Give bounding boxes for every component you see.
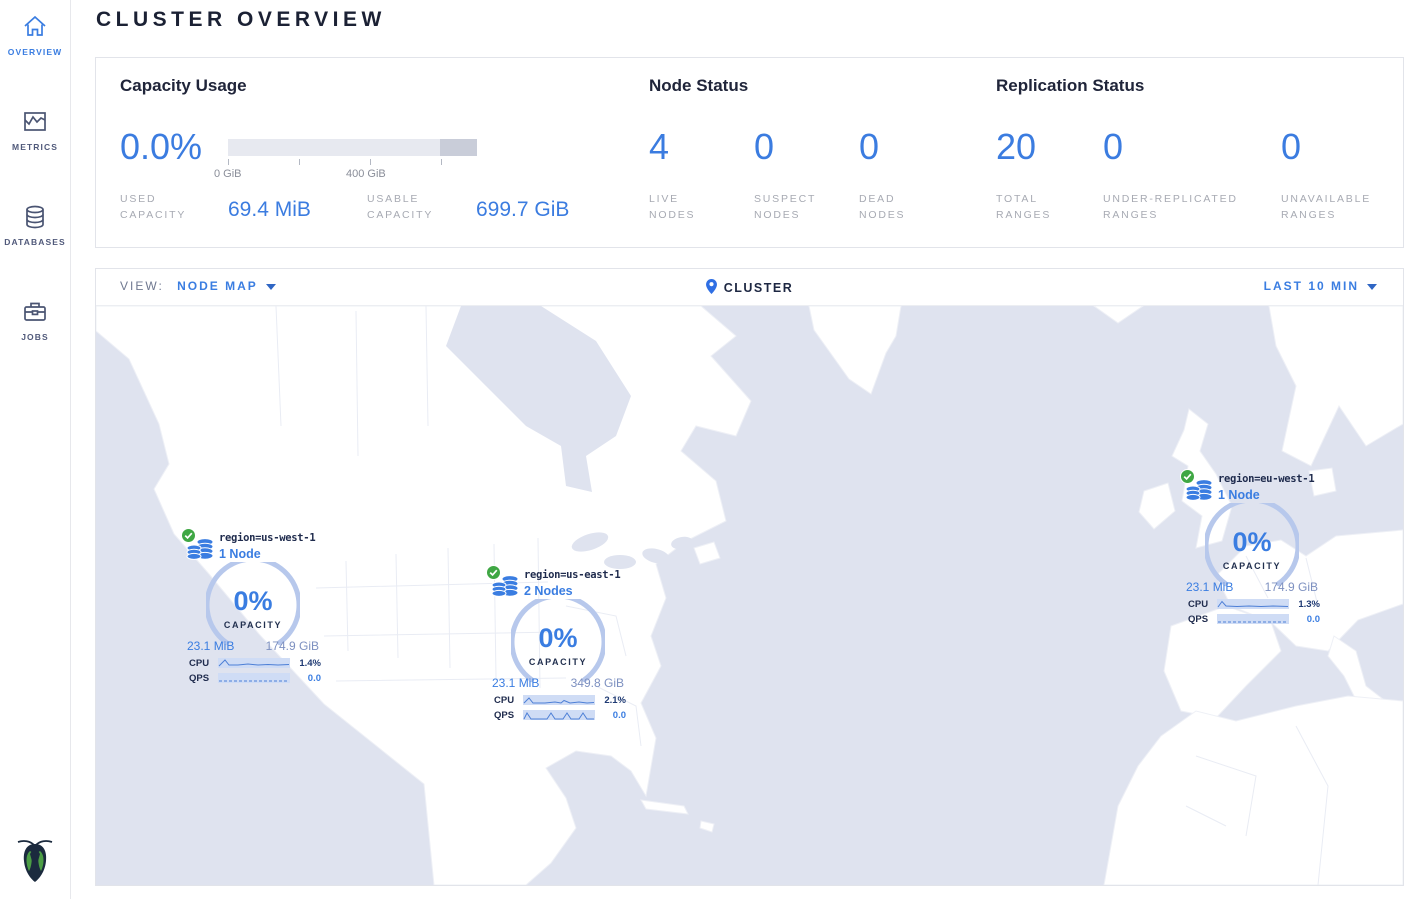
- used-capacity: 23.1 MiB: [187, 639, 234, 653]
- capacity-gauge-reserved-segment: [440, 139, 477, 156]
- capacity-label: CAPACITY: [1176, 561, 1328, 571]
- usable-capacity-value: 699.7 GiB: [476, 198, 569, 222]
- total-capacity: 174.9 GiB: [266, 639, 319, 653]
- gauge-tick-label: 0 GiB: [214, 168, 242, 180]
- replication-status-title: Replication Status: [996, 76, 1144, 96]
- breadcrumb[interactable]: CLUSTER: [96, 279, 1403, 297]
- node-map: region=us-west-1 1 Node 0% CAPACITY 23.1…: [96, 306, 1403, 885]
- sidebar-item-metrics[interactable]: METRICS: [0, 95, 70, 162]
- cpu-label: CPU: [1188, 599, 1208, 610]
- node-map-panel: VIEW: NODE MAP CLUSTER LAST 10 MIN: [95, 268, 1404, 886]
- gauge-tick: [441, 159, 442, 165]
- used-capacity: 23.1 MiB: [492, 676, 539, 690]
- node-card-us-east-1[interactable]: region=us-east-1 2 Nodes 0% CAPACITY 23.…: [482, 565, 634, 727]
- qps-sparkline: [1217, 614, 1289, 627]
- total-ranges-value: 20: [996, 126, 1036, 168]
- cpu-label: CPU: [494, 695, 514, 706]
- node-card-eu-west-1[interactable]: region=eu-west-1 1 Node 0% CAPACITY 23.1…: [1176, 469, 1328, 631]
- node-status-title: Node Status: [649, 76, 748, 96]
- cpu-sparkline: [218, 658, 290, 671]
- used-capacity-label: USED CAPACITY: [120, 191, 186, 224]
- summary-panel: Capacity Usage 0.0% 0 GiB 400 GiB USED C…: [95, 57, 1404, 248]
- cockroachdb-logo: [0, 834, 70, 891]
- region-label: region=us-east-1: [524, 569, 620, 581]
- capacity-label: CAPACITY: [482, 657, 634, 667]
- metrics-chart-icon: [0, 108, 70, 136]
- cpu-label: CPU: [189, 658, 209, 669]
- node-card-us-west-1[interactable]: region=us-west-1 1 Node 0% CAPACITY 23.1…: [177, 528, 329, 690]
- live-nodes-value: 4: [649, 126, 669, 168]
- region-label: region=us-west-1: [219, 532, 315, 544]
- home-icon: [0, 13, 70, 41]
- page-title: CLUSTER OVERVIEW: [96, 8, 386, 32]
- capacity-gauge-bar: [228, 139, 477, 156]
- region-label: region=eu-west-1: [1218, 473, 1314, 485]
- cpu-sparkline: [523, 695, 595, 708]
- map-toolbar: VIEW: NODE MAP CLUSTER LAST 10 MIN: [96, 269, 1403, 306]
- total-ranges-label: TOTAL RANGES: [996, 191, 1051, 224]
- under-replicated-ranges-value: 0: [1103, 126, 1123, 168]
- gauge-tick: [370, 159, 371, 165]
- node-count-link[interactable]: 1 Node: [1218, 488, 1260, 502]
- capacity-percent: 0%: [177, 586, 329, 617]
- qps-label: QPS: [1188, 614, 1208, 625]
- sidebar-item-overview[interactable]: OVERVIEW: [0, 0, 70, 67]
- used-capacity-value: 69.4 MiB: [228, 198, 311, 222]
- under-replicated-ranges-label: UNDER-REPLICATED RANGES: [1103, 191, 1238, 224]
- time-range-selector[interactable]: LAST 10 MIN: [1264, 279, 1377, 293]
- live-nodes-label: LIVE NODES: [649, 191, 695, 224]
- qps-value: 0.0: [1307, 614, 1320, 625]
- qps-label: QPS: [494, 710, 514, 721]
- cpu-value: 1.4%: [299, 658, 321, 669]
- cpu-value: 2.1%: [604, 695, 626, 706]
- map-pin-icon: [706, 279, 717, 297]
- sidebar-item-label: DATABASES: [0, 237, 70, 247]
- qps-sparkline: [523, 710, 595, 723]
- sidebar-item-databases[interactable]: DATABASES: [0, 190, 70, 257]
- capacity-label: CAPACITY: [177, 620, 329, 630]
- dead-nodes-value: 0: [859, 126, 879, 168]
- main-content: CLUSTER OVERVIEW Capacity Usage 0.0% 0 G…: [71, 0, 1418, 899]
- suspect-nodes-label: SUSPECT NODES: [754, 191, 816, 224]
- cpu-value: 1.3%: [1298, 599, 1320, 610]
- sidebar-item-label: OVERVIEW: [0, 47, 70, 57]
- cpu-sparkline: [1217, 599, 1289, 612]
- qps-label: QPS: [189, 673, 209, 684]
- used-capacity: 23.1 MiB: [1186, 580, 1233, 594]
- gauge-tick-label: 400 GiB: [346, 168, 386, 180]
- dead-nodes-label: DEAD NODES: [859, 191, 905, 224]
- sidebar-nav: OVERVIEW METRICS DATABASES: [0, 0, 71, 899]
- qps-value: 0.0: [308, 673, 321, 684]
- unavailable-ranges-label: UNAVAILABLE RANGES: [1281, 191, 1371, 224]
- qps-value: 0.0: [613, 710, 626, 721]
- qps-sparkline: [218, 673, 290, 686]
- sidebar-item-label: JOBS: [0, 332, 70, 342]
- briefcase-icon: [0, 298, 70, 326]
- gauge-tick: [299, 159, 300, 165]
- node-count-link[interactable]: 2 Nodes: [524, 584, 573, 598]
- suspect-nodes-value: 0: [754, 126, 774, 168]
- capacity-used-percent: 0.0%: [120, 126, 202, 168]
- unavailable-ranges-value: 0: [1281, 126, 1301, 168]
- capacity-usage-title: Capacity Usage: [120, 76, 247, 96]
- sidebar-item-jobs[interactable]: JOBS: [0, 285, 70, 352]
- gauge-tick: [228, 159, 229, 165]
- chevron-down-icon: [1367, 284, 1377, 290]
- node-count-link[interactable]: 1 Node: [219, 547, 261, 561]
- total-capacity: 349.8 GiB: [571, 676, 624, 690]
- database-icon: [0, 203, 70, 231]
- cluster-overview-page: OVERVIEW METRICS DATABASES: [0, 0, 1418, 899]
- capacity-percent: 0%: [1176, 527, 1328, 558]
- total-capacity: 174.9 GiB: [1265, 580, 1318, 594]
- usable-capacity-label: USABLE CAPACITY: [367, 191, 433, 224]
- sidebar-item-label: METRICS: [0, 142, 70, 152]
- capacity-percent: 0%: [482, 623, 634, 654]
